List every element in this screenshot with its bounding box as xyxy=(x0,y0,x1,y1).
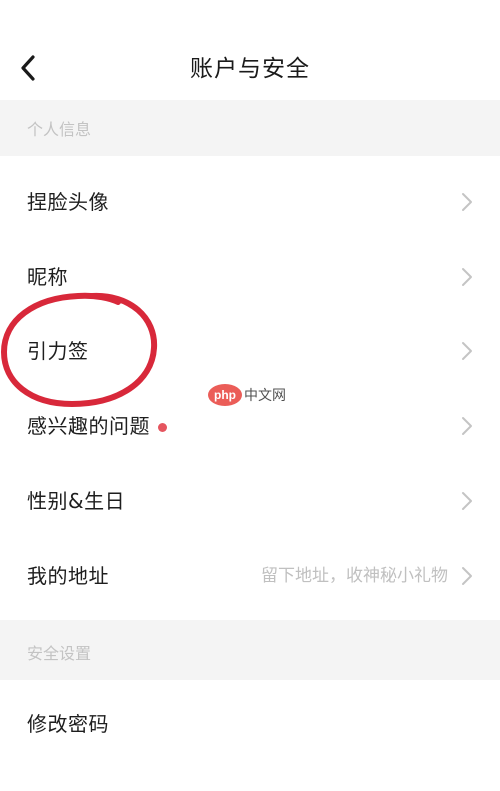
row-label: 修改密码 xyxy=(27,712,109,736)
row-label: 引力签 xyxy=(27,339,89,363)
section-label: 安全设置 xyxy=(27,644,92,663)
watermark-logo: php xyxy=(208,384,242,406)
row-change-password[interactable]: 修改密码 xyxy=(0,686,500,760)
row-gender-birthday[interactable]: 性别&生日 xyxy=(0,463,500,537)
section-header-personal-info: 个人信息 xyxy=(0,100,500,156)
row-label: 昵称 xyxy=(27,265,68,289)
chevron-right-icon xyxy=(462,193,472,211)
row-label: 我的地址 xyxy=(27,564,109,588)
chevron-right-icon xyxy=(462,342,472,360)
section-label: 个人信息 xyxy=(27,120,92,139)
watermark-text: 中文网 xyxy=(244,388,286,404)
row-nickname[interactable]: 昵称 xyxy=(0,239,500,313)
chevron-right-icon xyxy=(462,417,472,435)
chevron-right-icon xyxy=(462,268,472,286)
row-label: 感兴趣的问题 xyxy=(27,414,150,438)
notification-dot xyxy=(158,423,167,432)
row-partial-next[interactable] xyxy=(0,762,500,791)
row-gravity-signature[interactable]: 引力签 xyxy=(0,313,500,387)
section-header-security-settings: 安全设置 xyxy=(0,620,500,680)
chevron-right-icon xyxy=(462,492,472,510)
chevron-right-icon xyxy=(462,567,472,585)
row-label: 捏脸头像 xyxy=(27,190,109,214)
page-title: 账户与安全 xyxy=(190,56,310,82)
address-hint: 留下地址，收神秘小礼物 xyxy=(261,566,448,586)
row-my-address[interactable]: 我的地址 留下地址，收神秘小礼物 xyxy=(0,538,500,612)
watermark: php 中文网 xyxy=(208,382,286,408)
top-bar: 账户与安全 xyxy=(0,0,500,100)
row-label: 性别&生日 xyxy=(27,489,126,513)
row-face-avatar[interactable]: 捏脸头像 xyxy=(0,164,500,238)
